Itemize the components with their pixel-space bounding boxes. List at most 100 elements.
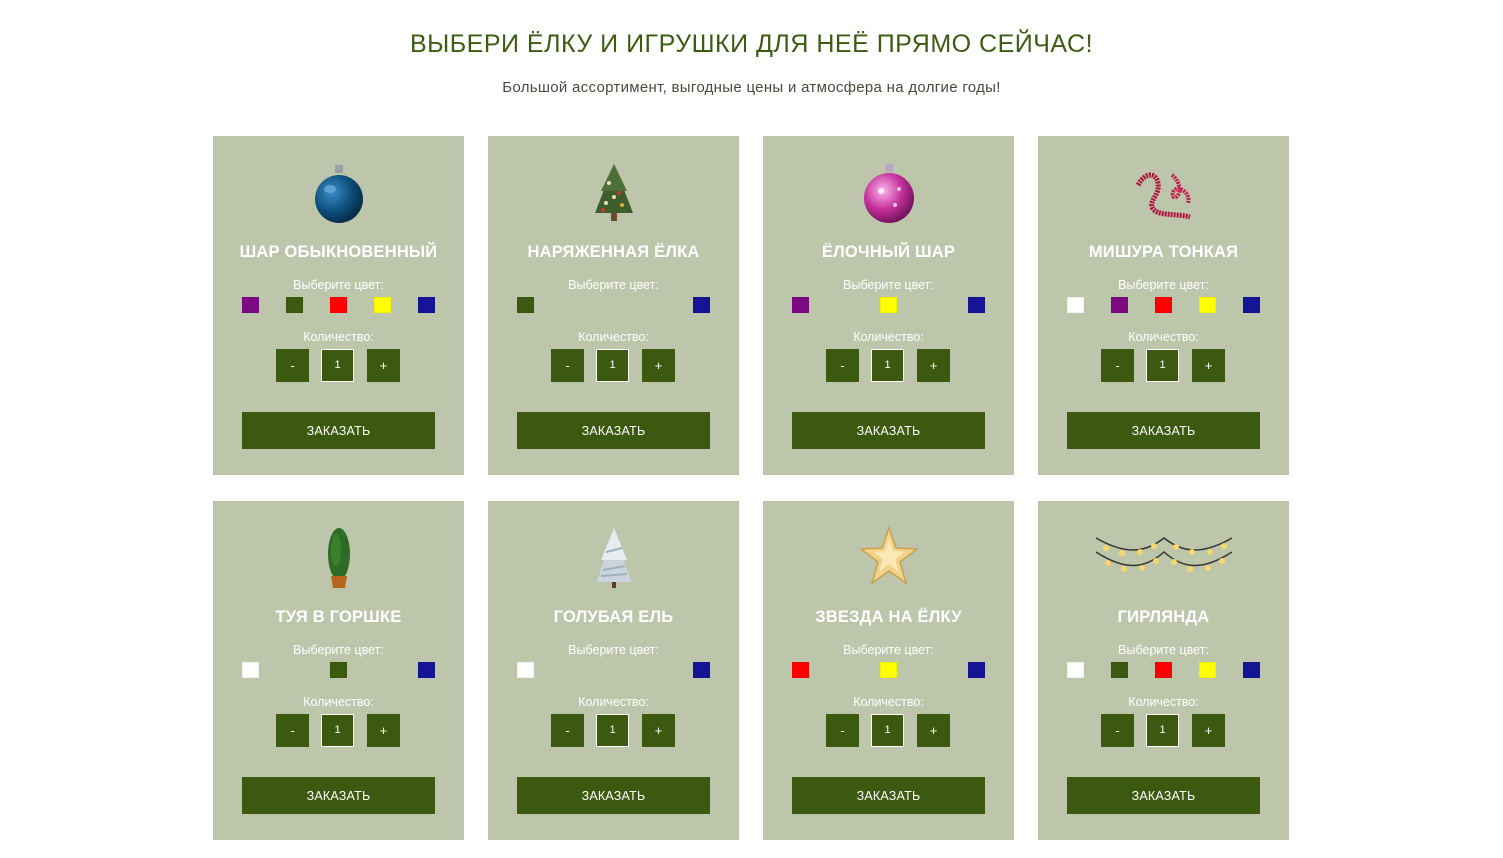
- light-garland-icon: [1038, 525, 1289, 591]
- quantity-label: Количество:: [853, 330, 924, 344]
- quantity-label: Количество:: [578, 330, 649, 344]
- color-label: Выберите цвет:: [568, 278, 659, 292]
- product-title: ЁЛОЧНЫЙ ШАР: [821, 243, 956, 261]
- order-button[interactable]: ЗАКАЗАТЬ: [242, 412, 435, 449]
- order-button[interactable]: ЗАКАЗАТЬ: [792, 412, 985, 449]
- product-title: ТУЯ В ГОРШКЕ: [275, 608, 402, 626]
- color-label: Выберите цвет:: [568, 643, 659, 657]
- quantity-input[interactable]: 1: [1146, 714, 1179, 747]
- quantity-decrease-button[interactable]: -: [826, 349, 859, 382]
- quantity-increase-button[interactable]: +: [642, 714, 675, 747]
- quantity-decrease-button[interactable]: -: [1101, 714, 1134, 747]
- quantity-increase-button[interactable]: +: [1192, 714, 1225, 747]
- quantity-label: Количество:: [303, 330, 374, 344]
- quantity-label: Количество:: [303, 695, 374, 709]
- color-label: Выберите цвет:: [1118, 278, 1209, 292]
- color-swatch-white[interactable]: [517, 662, 534, 678]
- blue-spruce-icon: [488, 525, 739, 591]
- product-title: ГОЛУБАЯ ЕЛЬ: [553, 608, 674, 626]
- order-button[interactable]: ЗАКАЗАТЬ: [1067, 412, 1260, 449]
- color-label: Выберите цвет:: [293, 643, 384, 657]
- product-title: НАРЯЖЕННАЯ ЁЛКА: [527, 243, 700, 261]
- quantity-increase-button[interactable]: +: [917, 349, 950, 382]
- product-card: НАРЯЖЕННАЯ ЁЛКА Выберите цвет: Количество:…: [488, 136, 739, 475]
- color-swatch-green[interactable]: [517, 297, 534, 313]
- color-swatch-blue[interactable]: [1243, 662, 1260, 678]
- product-card: ТУЯ В ГОРШКЕ Выберите цвет: Количество: -1 +…: [213, 501, 464, 840]
- color-swatch-yellow[interactable]: [1199, 297, 1216, 313]
- quantity-increase-button[interactable]: +: [367, 349, 400, 382]
- quantity-decrease-button[interactable]: -: [276, 714, 309, 747]
- color-label: Выберите цвет:: [843, 278, 934, 292]
- color-swatch-red[interactable]: [330, 297, 347, 313]
- quantity-decrease-button[interactable]: -: [1101, 349, 1134, 382]
- color-swatch-green[interactable]: [1111, 662, 1128, 678]
- color-swatch-purple[interactable]: [1111, 297, 1128, 313]
- color-swatch-blue[interactable]: [693, 297, 710, 313]
- order-button[interactable]: ЗАКАЗАТЬ: [517, 412, 710, 449]
- color-swatch-red[interactable]: [1155, 297, 1172, 313]
- tree-star-icon: [763, 525, 1014, 591]
- color-swatch-yellow[interactable]: [374, 297, 391, 313]
- quantity-input[interactable]: 1: [871, 349, 904, 382]
- color-label: Выберите цвет:: [1118, 643, 1209, 657]
- color-swatch-white[interactable]: [242, 662, 259, 678]
- quantity-decrease-button[interactable]: -: [551, 714, 584, 747]
- product-card: ШАР ОБЫКНОВЕННЫЙ Выберите цвет: Количество…: [213, 136, 464, 475]
- product-title: МИШУРА ТОНКАЯ: [1088, 243, 1239, 261]
- product-card: ГОЛУБАЯ ЕЛЬ Выберите цвет: Количество: -1 + З…: [488, 501, 739, 840]
- quantity-increase-button[interactable]: +: [642, 349, 675, 382]
- color-swatch-blue[interactable]: [968, 662, 985, 678]
- page-title: ВЫБЕРИ ЁЛКУ И ИГРУШКИ ДЛЯ НЕЁ ПРЯМО СЕЙЧ…: [409, 30, 1094, 58]
- quantity-label: Количество:: [1128, 695, 1199, 709]
- color-swatch-blue[interactable]: [418, 297, 435, 313]
- product-card: ЁЛОЧНЫЙ ШАР Выберите цвет: Количество: -1 + З…: [763, 136, 1014, 475]
- quantity-label: Количество:: [578, 695, 649, 709]
- color-label: Выберите цвет:: [843, 643, 934, 657]
- order-button[interactable]: ЗАКАЗАТЬ: [242, 777, 435, 814]
- quantity-label: Количество:: [1128, 330, 1199, 344]
- quantity-increase-button[interactable]: +: [367, 714, 400, 747]
- quantity-input[interactable]: 1: [871, 714, 904, 747]
- order-button[interactable]: ЗАКАЗАТЬ: [517, 777, 710, 814]
- product-title: ЗВЕЗДА НА ЁЛКУ: [815, 608, 962, 626]
- decorated-tree-icon: [488, 160, 739, 226]
- quantity-input[interactable]: 1: [321, 714, 354, 747]
- color-swatch-white[interactable]: [1067, 662, 1084, 678]
- quantity-increase-button[interactable]: +: [1192, 349, 1225, 382]
- color-swatch-red[interactable]: [792, 662, 809, 678]
- color-swatch-purple[interactable]: [792, 297, 809, 313]
- product-card: ЗВЕЗДА НА ЁЛКУ Выберите цвет: Количество: -…: [763, 501, 1014, 840]
- product-title: ШАР ОБЫКНОВЕННЫЙ: [239, 243, 438, 261]
- color-swatch-blue[interactable]: [968, 297, 985, 313]
- color-swatch-white[interactable]: [1067, 297, 1084, 313]
- color-swatch-blue[interactable]: [418, 662, 435, 678]
- pink-ornament-ball-icon: [763, 160, 1014, 226]
- blue-ornament-ball-icon: [213, 160, 464, 226]
- color-swatch-blue[interactable]: [1243, 297, 1260, 313]
- quantity-decrease-button[interactable]: -: [551, 349, 584, 382]
- color-swatch-yellow[interactable]: [1199, 662, 1216, 678]
- quantity-input[interactable]: 1: [596, 714, 629, 747]
- order-button[interactable]: ЗАКАЗАТЬ: [1067, 777, 1260, 814]
- order-button[interactable]: ЗАКАЗАТЬ: [792, 777, 985, 814]
- quantity-input[interactable]: 1: [321, 349, 354, 382]
- potted-thuja-icon: [213, 525, 464, 591]
- quantity-input[interactable]: 1: [1146, 349, 1179, 382]
- quantity-decrease-button[interactable]: -: [826, 714, 859, 747]
- tinsel-icon: [1038, 160, 1289, 226]
- product-card: МИШУРА ТОНКАЯ Выберите цвет: Количество: -1…: [1038, 136, 1289, 475]
- color-swatch-purple[interactable]: [242, 297, 259, 313]
- color-label: Выберите цвет:: [293, 278, 384, 292]
- quantity-input[interactable]: 1: [596, 349, 629, 382]
- color-swatch-red[interactable]: [1155, 662, 1172, 678]
- color-swatch-green[interactable]: [286, 297, 303, 313]
- quantity-increase-button[interactable]: +: [917, 714, 950, 747]
- color-swatch-green[interactable]: [330, 662, 347, 678]
- color-swatch-yellow[interactable]: [880, 662, 897, 678]
- color-swatch-blue[interactable]: [693, 662, 710, 678]
- color-swatch-yellow[interactable]: [880, 297, 897, 313]
- quantity-label: Количество:: [853, 695, 924, 709]
- quantity-decrease-button[interactable]: -: [276, 349, 309, 382]
- page-subtitle: Большой ассортимент, выгодные цены и атм…: [502, 79, 1001, 96]
